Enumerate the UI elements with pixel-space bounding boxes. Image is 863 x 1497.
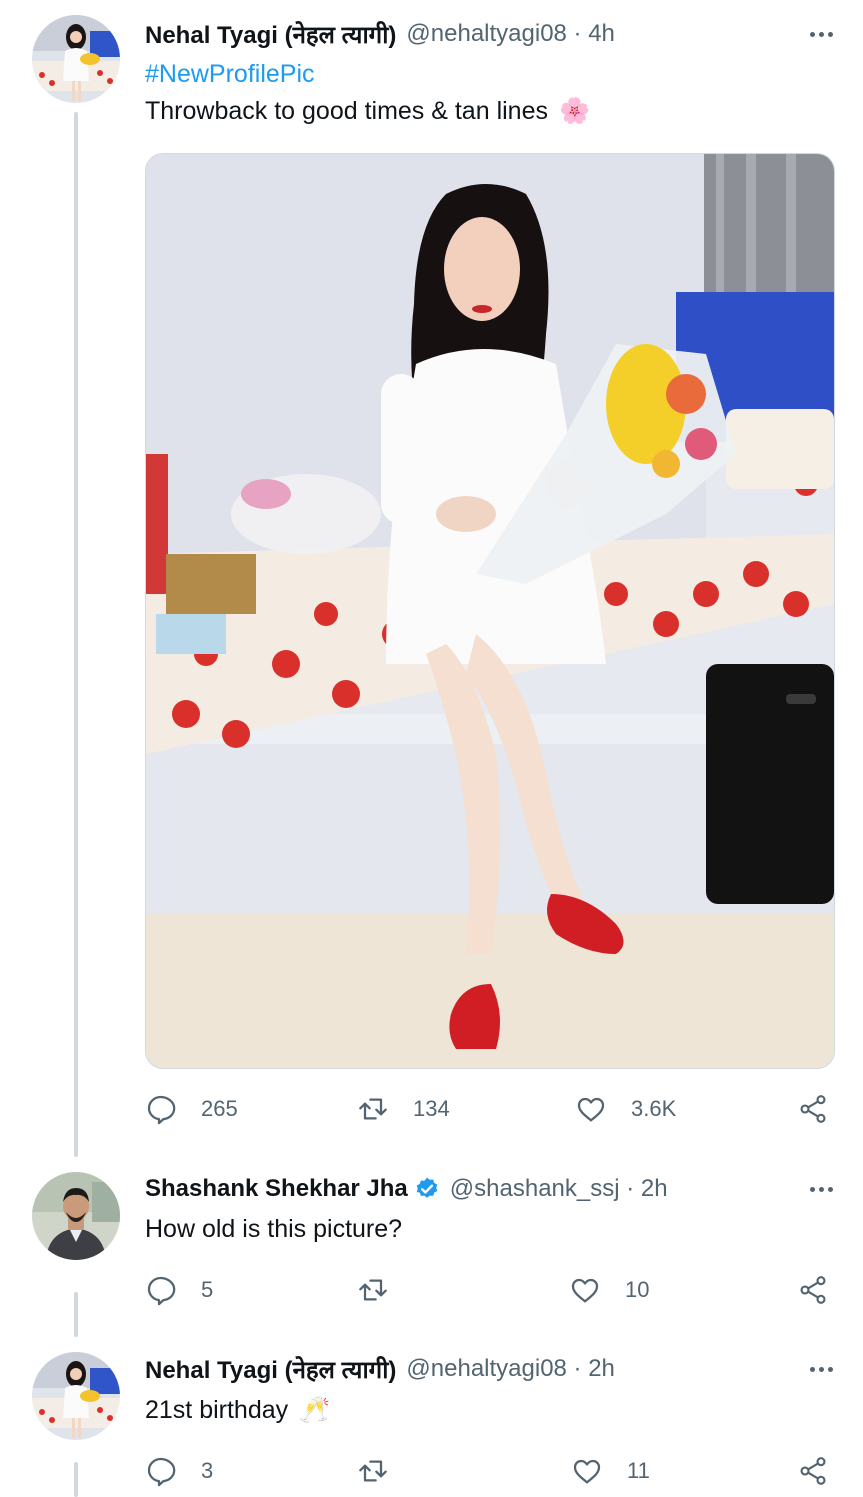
like-button[interactable]: 11 xyxy=(571,1453,650,1489)
reply-count: 265 xyxy=(201,1096,238,1121)
more-icon[interactable] xyxy=(810,17,833,51)
tweet-text: 21st birthday 🥂 xyxy=(145,1392,330,1428)
avatar[interactable] xyxy=(32,1352,120,1440)
author-handle[interactable]: @nehaltyagi08 · 4h xyxy=(406,20,615,48)
share-button[interactable] xyxy=(797,1091,829,1127)
cherry-blossom-emoji: 🌸 xyxy=(558,97,591,125)
clinking-glasses-emoji: 🥂 xyxy=(299,1396,331,1424)
like-count: 11 xyxy=(627,1458,650,1483)
like-button[interactable]: 10 xyxy=(569,1272,649,1308)
retweet-count: 134 xyxy=(413,1096,450,1121)
tweet-header: Nehal Tyagi (नेहल त्यागी) @nehaltyagi08 … xyxy=(145,17,833,51)
author-name[interactable]: Shashank Shekhar Jha xyxy=(145,1175,408,1203)
photo-image xyxy=(146,154,834,1068)
tweet-text-content: Throwback to good times & tan lines xyxy=(145,97,548,125)
retweet-button[interactable] xyxy=(357,1453,413,1489)
share-icon xyxy=(800,1095,826,1123)
tweet-actions: 3 11 xyxy=(145,1453,833,1489)
tweet-text: How old is this picture? xyxy=(145,1215,403,1243)
retweet-icon xyxy=(359,1279,387,1301)
tweet-text: Throwback to good times & tan lines 🌸 xyxy=(145,93,590,129)
like-count: 3.6K xyxy=(631,1096,677,1121)
heart-icon xyxy=(573,1459,601,1484)
like-count: 10 xyxy=(625,1277,650,1302)
share-button[interactable] xyxy=(797,1272,829,1308)
reply-button[interactable]: 265 xyxy=(145,1091,238,1127)
reply-icon xyxy=(147,1276,176,1306)
tweet-actions: 5 10 xyxy=(145,1272,833,1308)
tweet-photo[interactable] xyxy=(145,153,835,1069)
retweet-button[interactable] xyxy=(357,1272,413,1308)
retweet-icon xyxy=(359,1460,387,1482)
share-icon xyxy=(800,1457,826,1485)
author-name[interactable]: Nehal Tyagi (नेहल त्यागी) xyxy=(145,18,396,51)
author-handle[interactable]: @nehaltyagi08 · 2h xyxy=(406,1355,615,1383)
retweet-button[interactable]: 134 xyxy=(357,1091,450,1127)
reply-count: 3 xyxy=(201,1458,214,1483)
like-button[interactable]: 3.6K xyxy=(575,1091,676,1127)
heart-icon xyxy=(577,1097,605,1122)
heart-icon xyxy=(571,1278,599,1303)
author-handle[interactable]: @shashank_ssj · 2h xyxy=(450,1175,668,1203)
hashtag-link[interactable]: #NewProfilePic xyxy=(145,56,315,92)
reply-button[interactable]: 5 xyxy=(145,1272,213,1308)
tweet-header: Shashank Shekhar Jha @shashank_ssj · 2h xyxy=(145,1172,833,1206)
tweet-actions: 265 134 3.6K xyxy=(145,1091,833,1127)
share-icon xyxy=(800,1276,826,1304)
thread-line xyxy=(74,1292,78,1337)
tweet-header: Nehal Tyagi (नेहल त्यागी) @nehaltyagi08 … xyxy=(145,1352,833,1386)
verified-badge-icon xyxy=(414,1176,440,1202)
more-icon[interactable] xyxy=(810,1352,833,1386)
reply-icon xyxy=(147,1457,176,1487)
share-button[interactable] xyxy=(797,1453,829,1489)
retweet-icon xyxy=(359,1098,387,1120)
thread-line xyxy=(74,112,78,1157)
reply-count: 5 xyxy=(201,1277,214,1302)
thread-line xyxy=(74,1462,78,1497)
more-icon[interactable] xyxy=(810,1172,833,1206)
author-name[interactable]: Nehal Tyagi (नेहल त्यागी) xyxy=(145,1353,396,1386)
reply-icon xyxy=(147,1095,176,1125)
reply-button[interactable]: 3 xyxy=(145,1453,213,1489)
avatar[interactable] xyxy=(32,1172,120,1260)
avatar[interactable] xyxy=(32,15,120,103)
tweet-text-content: 21st birthday xyxy=(145,1396,289,1424)
